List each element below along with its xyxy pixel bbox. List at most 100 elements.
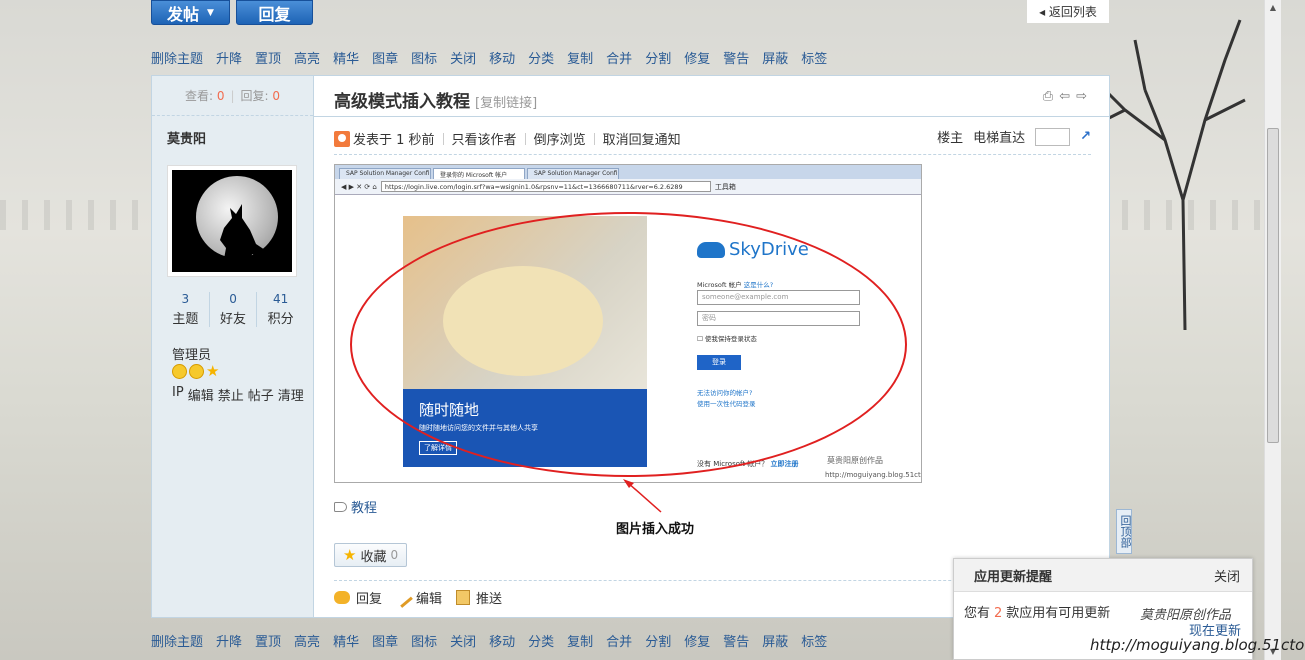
mod-action[interactable]: 修复 [684, 631, 710, 650]
signup-link: 立即注册 [770, 460, 799, 468]
post-container: 查看: 0 | 回复: 0 莫贵阳 3 主题 0 好友 41 积分 管理员 ★ … [151, 75, 1110, 618]
push-action-label: 推送 [476, 592, 503, 607]
back-to-list-label: 返回列表 [1048, 5, 1097, 19]
floor-tools: 楼主 电梯直达 ↗ [937, 127, 1091, 146]
stat-label: 好友 [220, 312, 247, 327]
mod-action[interactable]: 修复 [684, 48, 710, 67]
user-group[interactable]: 管理员 [172, 344, 211, 363]
views-count: 0 [216, 88, 225, 103]
mod-action[interactable]: 分割 [645, 631, 671, 650]
author-sidebar: 查看: 0 | 回复: 0 莫贵阳 3 主题 0 好友 41 积分 管理员 ★ … [152, 76, 314, 617]
mod-action[interactable]: 分割 [645, 48, 671, 67]
mod-action[interactable]: 关闭 [450, 631, 476, 650]
mod-action[interactable]: 移动 [489, 631, 515, 650]
rank-icons: ★ [172, 364, 219, 379]
mod-action[interactable]: 警告 [723, 631, 749, 650]
scroll-up-icon[interactable]: ▲ [1265, 0, 1281, 16]
mod-action[interactable]: 分类 [528, 631, 554, 650]
notification-header: 应用更新提醒 关闭 [954, 559, 1252, 592]
reverse-order-link[interactable]: 倒序浏览 [534, 129, 586, 148]
print-icon[interactable]: ⎙ [1043, 89, 1053, 104]
mod-action[interactable]: 精华 [333, 631, 359, 650]
back-to-list-link[interactable]: ◂ 返回列表 [1027, 0, 1109, 23]
mod-action[interactable]: 置顶 [255, 48, 281, 67]
mod-action[interactable]: 复制 [567, 631, 593, 650]
watermark-cn: 莫贵阳原创作品 [827, 456, 883, 465]
moderation-bar-bottom: 删除主题 升降 置顶 高亮 精华 图章 图标 关闭 移动 分类 复制 合并 分割… [151, 631, 840, 650]
author-name[interactable]: 莫贵阳 [152, 116, 313, 147]
stat-value: 41 [273, 292, 289, 306]
back-to-top-button[interactable]: 回顶部 [1116, 509, 1132, 554]
moderation-bar-top: 删除主题 升降 置顶 高亮 精华 图章 图标 关闭 移动 分类 复制 合并 分割… [151, 48, 840, 67]
copy-link[interactable]: [复制链接] [475, 92, 537, 111]
go-icon[interactable]: ↗ [1080, 129, 1091, 144]
tool-clean[interactable]: 清理 [278, 385, 304, 404]
page-scrollbar[interactable]: ▲ ▼ [1264, 0, 1281, 660]
prev-thread-icon[interactable]: ⇦ [1059, 89, 1070, 104]
embedded-screenshot[interactable]: SAP Solution Manager Confi... 登录你的 Micro… [334, 164, 922, 483]
tool-ip[interactable]: IP [172, 385, 184, 404]
tag-link[interactable]: 教程 [351, 497, 377, 516]
mod-action[interactable]: 图章 [372, 631, 398, 650]
edit-action[interactable]: 编辑 [393, 587, 442, 608]
notification-suffix: 款应用有可用更新 [1006, 606, 1111, 621]
browser-tab: SAP Solution Manager Confi... [527, 168, 619, 179]
mod-action[interactable]: 合并 [606, 48, 632, 67]
mod-action[interactable]: 合并 [606, 631, 632, 650]
favorite-button[interactable]: ★ 收藏 0 [334, 543, 408, 567]
mod-action[interactable]: 图章 [372, 48, 398, 67]
mod-action[interactable]: 升降 [216, 631, 242, 650]
mod-action[interactable]: 图标 [411, 631, 437, 650]
mod-action[interactable]: 精华 [333, 48, 359, 67]
mod-action[interactable]: 屏蔽 [762, 48, 788, 67]
avatar[interactable] [167, 165, 297, 277]
stat-value: 3 [181, 292, 190, 306]
scrollbar-thumb[interactable] [1267, 128, 1279, 443]
reply-button[interactable]: 回复 [236, 0, 313, 25]
push-icon [456, 590, 471, 605]
floor-input[interactable] [1035, 127, 1071, 146]
stat-label: 主题 [172, 312, 199, 327]
mod-action[interactable]: 屏蔽 [762, 631, 788, 650]
annotation-ellipse [350, 212, 907, 477]
mod-action[interactable]: 置顶 [255, 631, 281, 650]
notification-title: 应用更新提醒 [974, 569, 1053, 585]
mod-action[interactable]: 高亮 [294, 631, 320, 650]
mod-action[interactable]: 移动 [489, 48, 515, 67]
tool-edit[interactable]: 编辑 [188, 385, 214, 404]
annotation-arrow-icon [623, 479, 662, 513]
favorite-label: 收藏 [360, 549, 387, 565]
only-author-link[interactable]: 只看该作者 [452, 129, 517, 148]
mod-action[interactable]: 升降 [216, 48, 242, 67]
mod-action[interactable]: 关闭 [450, 48, 476, 67]
cancel-notify-link[interactable]: 取消回复通知 [603, 129, 681, 148]
tool-ban[interactable]: 禁止 [218, 385, 244, 404]
mod-action[interactable]: 删除主题 [151, 48, 203, 67]
mod-action[interactable]: 删除主题 [151, 631, 203, 650]
stat-threads[interactable]: 3 主题 [162, 292, 210, 327]
tag-icon [334, 501, 347, 512]
notification-close-button[interactable]: 关闭 [1214, 566, 1240, 585]
stat-points[interactable]: 41 积分 [257, 292, 304, 327]
mod-action[interactable]: 高亮 [294, 48, 320, 67]
mod-action[interactable]: 标签 [801, 631, 827, 650]
footer-watermark-url: http://moguiyang.blog.51cto.com [1090, 636, 1305, 654]
divider [334, 154, 1091, 155]
mod-action[interactable]: 警告 [723, 48, 749, 67]
tool-posts[interactable]: 帖子 [248, 385, 274, 404]
post-actions: 回复 编辑 推送 [334, 587, 502, 608]
post-button[interactable]: 发帖 ▼ [151, 0, 230, 25]
reply-action[interactable]: 回复 [334, 588, 382, 607]
stat-friends[interactable]: 0 好友 [210, 292, 258, 327]
push-action[interactable]: 推送 [456, 588, 502, 607]
divider: | [230, 88, 235, 103]
stat-label: 积分 [267, 312, 294, 327]
footer-watermark-cn: 莫贵阳原创作品 [1140, 608, 1232, 623]
annotation-caption: 图片插入成功 [616, 522, 695, 537]
mod-action[interactable]: 分类 [528, 48, 554, 67]
mod-action[interactable]: 标签 [801, 48, 827, 67]
post-time: 发表于 1 秒前 [353, 133, 435, 148]
next-thread-icon[interactable]: ⇨ [1076, 89, 1087, 104]
mod-action[interactable]: 图标 [411, 48, 437, 67]
mod-action[interactable]: 复制 [567, 48, 593, 67]
